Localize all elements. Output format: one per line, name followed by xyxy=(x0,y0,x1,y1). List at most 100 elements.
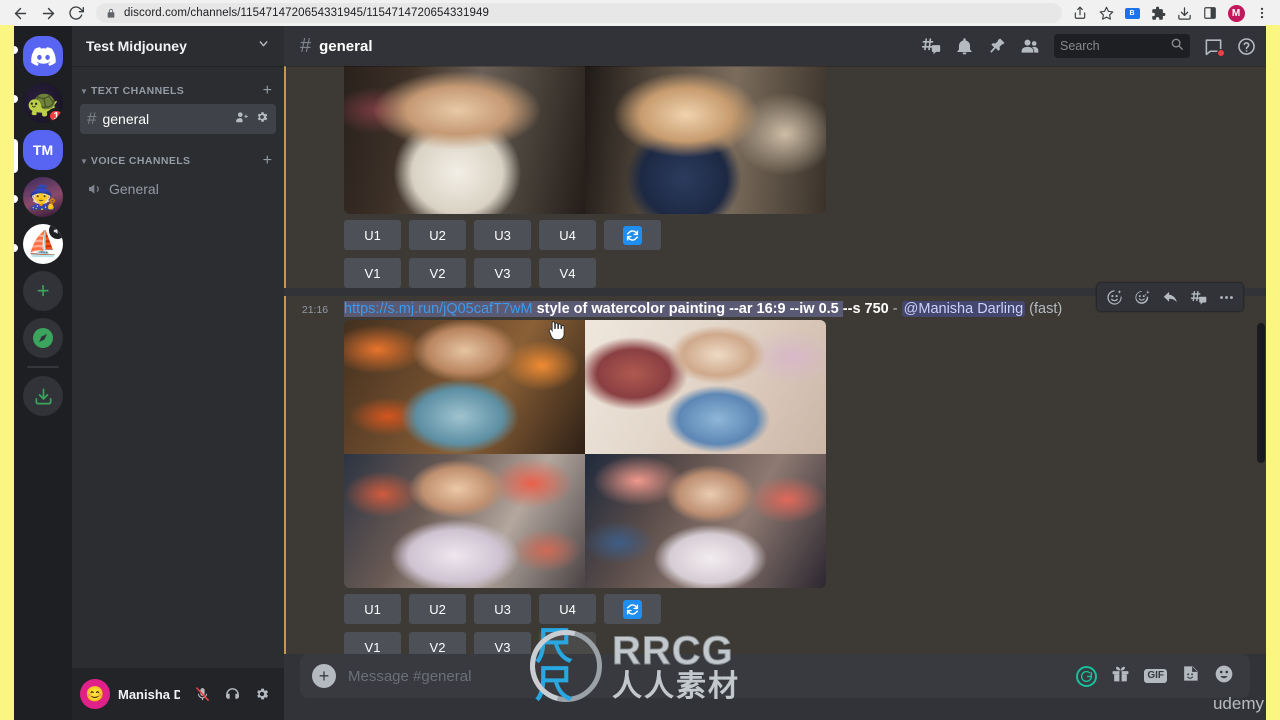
mic-muted-icon[interactable] xyxy=(188,680,216,708)
bell-icon[interactable] xyxy=(955,37,974,56)
channel-sidebar: Test Midjouney ▼ Text Channels + # gener… xyxy=(72,26,284,720)
generated-image-1[interactable] xyxy=(344,320,585,455)
three-dot-menu-icon[interactable] xyxy=(1250,1,1274,25)
sticker-icon[interactable] xyxy=(1181,664,1200,688)
gif-icon[interactable]: GIF xyxy=(1144,669,1167,683)
sidebar-item-discord-home[interactable] xyxy=(23,36,63,76)
server-initials: TM xyxy=(32,142,54,158)
attach-file-button[interactable]: + xyxy=(312,664,336,688)
upscale-button-u4[interactable]: U4 xyxy=(539,220,596,250)
recording-border-right xyxy=(1266,25,1280,720)
search-icon xyxy=(1170,37,1184,56)
generated-image-1[interactable] xyxy=(344,66,585,214)
upscale-button-u3[interactable]: U3 xyxy=(474,594,531,625)
grammarly-icon[interactable] xyxy=(1076,665,1098,687)
search-input[interactable]: Search xyxy=(1054,34,1190,58)
add-text-channel-button[interactable]: + xyxy=(263,82,276,100)
sidebar-item-general[interactable]: # general xyxy=(80,104,276,134)
variation-button-v2[interactable]: V2 xyxy=(409,632,466,654)
variation-button-v1[interactable]: V1 xyxy=(344,632,401,654)
category-voice-channels[interactable]: ▼ Voice Channels + xyxy=(72,150,284,172)
upscale-button-u4[interactable]: U4 xyxy=(539,594,596,625)
members-icon[interactable] xyxy=(1020,36,1040,56)
category-label: Text Channels xyxy=(90,85,185,97)
unread-badge: 1 xyxy=(47,108,63,123)
explore-servers-button[interactable] xyxy=(23,318,63,358)
threads-icon[interactable] xyxy=(921,36,941,56)
channel-settings-icon[interactable] xyxy=(255,110,269,129)
super-reaction-icon[interactable] xyxy=(1129,284,1155,310)
help-icon[interactable] xyxy=(1237,37,1256,56)
add-server-button[interactable]: + xyxy=(23,271,63,311)
upscale-button-row: U1 U2 U3 U4 xyxy=(344,594,1266,625)
reload-icon[interactable] xyxy=(62,1,90,25)
download-apps-button[interactable] xyxy=(23,376,63,416)
category-text-channels[interactable]: ▼ Text Channels + xyxy=(72,80,284,102)
generated-image-2[interactable] xyxy=(585,66,826,214)
midjourney-buttons-selected: U1 U2 U3 U4 V1 V2 V3 xyxy=(344,588,1266,654)
prompt-image-link[interactable]: https://s.mj.run/jQ05cafT7wM xyxy=(344,301,533,317)
upscale-button-u1[interactable]: U1 xyxy=(344,220,401,250)
sidebar-item-server-test-midjouney[interactable]: TM xyxy=(23,130,63,170)
message-list[interactable]: U1 U2 U3 U4 V1 V2 V3 V4 21:16 https://s.… xyxy=(284,66,1266,654)
chevron-down-icon[interactable] xyxy=(257,37,270,55)
upscale-button-row: U1 U2 U3 U4 xyxy=(344,220,1266,250)
upscale-button-u1[interactable]: U1 xyxy=(344,594,401,625)
more-options-icon[interactable] xyxy=(1213,284,1239,310)
generated-image-4[interactable] xyxy=(585,454,826,589)
variation-button-v4[interactable] xyxy=(539,632,596,654)
sidebar-item-server-sailboat[interactable]: ⛵ xyxy=(23,224,63,264)
guild-header[interactable]: Test Midjouney xyxy=(72,26,284,66)
user-mention[interactable]: @Manisha Darling xyxy=(901,301,1026,317)
create-thread-icon[interactable] xyxy=(1185,284,1211,310)
variation-button-v2[interactable]: V2 xyxy=(409,258,466,288)
sidebar-item-server-wizard[interactable]: 🧙 xyxy=(23,177,63,217)
emoji-icon[interactable] xyxy=(1214,664,1234,689)
extensions-icon[interactable] xyxy=(1146,1,1170,25)
message-composer[interactable]: + Message #general GIF xyxy=(300,654,1250,698)
variation-button-v3[interactable]: V3 xyxy=(474,258,531,288)
download-icon[interactable] xyxy=(1172,1,1196,25)
forward-icon[interactable] xyxy=(34,1,62,25)
server-active-pill xyxy=(14,139,18,173)
upscale-button-u2[interactable]: U2 xyxy=(409,594,466,625)
midjourney-image-grid-selected[interactable] xyxy=(344,320,826,589)
speaker-icon xyxy=(87,181,103,197)
refresh-icon xyxy=(623,225,642,245)
address-bar[interactable]: discord.com/channels/1154714720654331945… xyxy=(96,3,1062,23)
side-panel-icon[interactable] xyxy=(1198,1,1222,25)
gear-icon[interactable] xyxy=(248,680,276,708)
upscale-button-u2[interactable]: U2 xyxy=(409,220,466,250)
scrollbar-thumb[interactable] xyxy=(1257,323,1265,463)
channel-name: general xyxy=(102,111,150,127)
variation-button-v4[interactable]: V4 xyxy=(539,258,596,288)
variation-button-v1[interactable]: V1 xyxy=(344,258,401,288)
unread-indicator xyxy=(1217,48,1225,57)
message-input[interactable]: Message #general xyxy=(348,668,1064,685)
pin-icon[interactable] xyxy=(988,37,1006,55)
reroll-button[interactable] xyxy=(604,594,661,625)
gift-icon[interactable] xyxy=(1111,664,1130,688)
midjourney-image-grid-top[interactable] xyxy=(344,66,826,214)
star-icon[interactable] xyxy=(1094,1,1118,25)
inbox-icon[interactable] xyxy=(1204,37,1225,57)
upscale-button-u3[interactable]: U3 xyxy=(474,220,531,250)
avatar[interactable]: 😊 xyxy=(80,679,110,709)
headset-icon[interactable] xyxy=(218,680,246,708)
reroll-button[interactable] xyxy=(604,220,661,250)
generated-image-2[interactable] xyxy=(585,320,826,455)
chat-scrollbar[interactable] xyxy=(1257,110,1265,574)
add-voice-channel-button[interactable]: + xyxy=(263,152,276,170)
variation-button-v3[interactable]: V3 xyxy=(474,632,531,654)
sidebar-item-server-turtle[interactable]: 🐢 1 xyxy=(23,83,63,123)
add-reaction-icon[interactable] xyxy=(1101,284,1127,310)
create-invite-icon[interactable] xyxy=(235,110,249,129)
generated-image-3[interactable] xyxy=(344,454,585,589)
sidebar-item-voice-general[interactable]: General xyxy=(80,174,276,204)
back-icon[interactable] xyxy=(6,1,34,25)
message-line[interactable]: 21:16 https://s.mj.run/jQ05cafT7wM style… xyxy=(286,282,1266,320)
reply-icon[interactable] xyxy=(1157,284,1183,310)
browser-extension-blue-icon[interactable]: B xyxy=(1120,1,1144,25)
share-icon[interactable] xyxy=(1068,1,1092,25)
profile-avatar[interactable]: M xyxy=(1224,1,1248,25)
